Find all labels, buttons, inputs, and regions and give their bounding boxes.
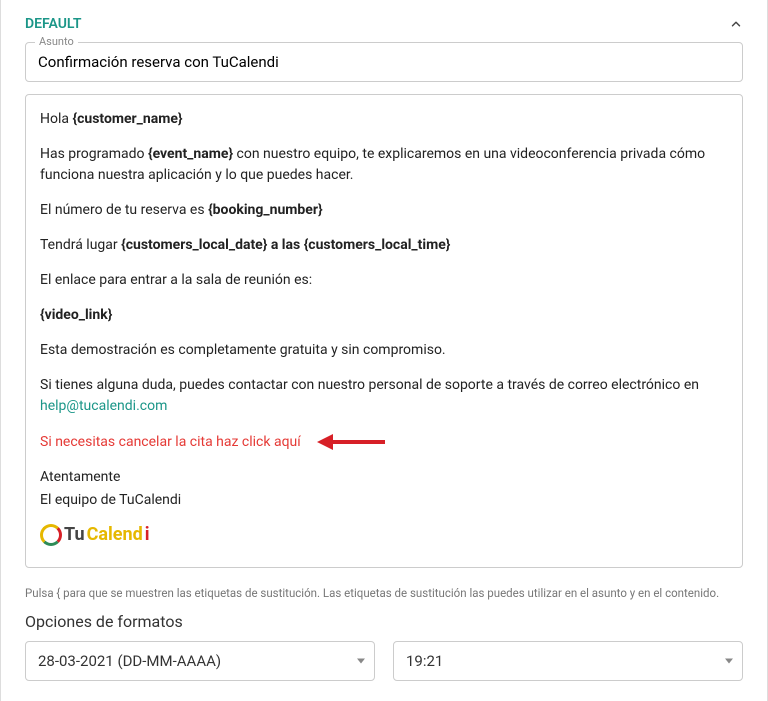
substitution-help-text: Pulsa { para que se muestren las etiquet… bbox=[1, 580, 767, 612]
caret-down-icon bbox=[357, 658, 365, 663]
body-link-intro: El enlace para entrar a la sala de reuni… bbox=[40, 270, 728, 291]
date-format-value: 28-03-2021 (DD-MM-AAAA) bbox=[38, 652, 221, 670]
date-format-select[interactable]: 28-03-2021 (DD-MM-AAAA) bbox=[25, 641, 375, 681]
time-format-select-wrap: 19:21 bbox=[393, 641, 743, 681]
body-greeting: Hola {customer_name} bbox=[40, 109, 728, 130]
body-intro: Has programado {event_name} con nuestro … bbox=[40, 144, 728, 186]
subject-label: Asunto bbox=[35, 35, 78, 48]
chevron-up-icon[interactable] bbox=[729, 17, 743, 31]
body-cancel-line: Si necesitas cancelar la cita haz click … bbox=[40, 431, 728, 453]
body-signature: Atentamente El equipo de TuCalendi bbox=[40, 467, 728, 511]
email-body-editor[interactable]: Hola {customer_name} Has programado {eve… bbox=[25, 94, 743, 568]
caret-down-icon bbox=[725, 658, 733, 663]
email-template-panel: DEFAULT Asunto Hola {customer_name} Has … bbox=[0, 0, 768, 701]
date-format-select-wrap: 28-03-2021 (DD-MM-AAAA) bbox=[25, 641, 375, 681]
time-format-value: 19:21 bbox=[406, 652, 443, 670]
body-booking-number: El número de tu reserva es {booking_numb… bbox=[40, 200, 728, 221]
panel-title: DEFAULT bbox=[25, 16, 81, 32]
format-select-row: 28-03-2021 (DD-MM-AAAA) 19:21 bbox=[25, 641, 743, 681]
support-email-link[interactable]: help@tucalendi.com bbox=[40, 398, 167, 414]
format-options-section: Opciones de formatos 28-03-2021 (DD-MM-A… bbox=[1, 612, 767, 701]
body-datetime: Tendrá lugar {customers_local_date} a la… bbox=[40, 235, 728, 256]
format-section-label: Opciones de formatos bbox=[25, 612, 743, 631]
logo-swirl-icon bbox=[40, 524, 62, 546]
cancel-link[interactable]: Si necesitas cancelar la cita haz click … bbox=[40, 432, 301, 453]
time-format-select[interactable]: 19:21 bbox=[393, 641, 743, 681]
body-support: Si tienes alguna duda, puedes contactar … bbox=[40, 375, 728, 417]
body-free-note: Esta demostración es completamente gratu… bbox=[40, 340, 728, 361]
panel-header[interactable]: DEFAULT bbox=[1, 0, 767, 42]
body-video-link: {video_link} bbox=[40, 305, 728, 326]
arrow-left-icon bbox=[317, 431, 387, 453]
subject-field-wrap: Asunto bbox=[25, 42, 743, 82]
body-logo: TuCalendi bbox=[40, 521, 728, 553]
panel-content: Asunto Hola {customer_name} Has programa… bbox=[1, 42, 767, 580]
subject-input[interactable] bbox=[25, 42, 743, 82]
